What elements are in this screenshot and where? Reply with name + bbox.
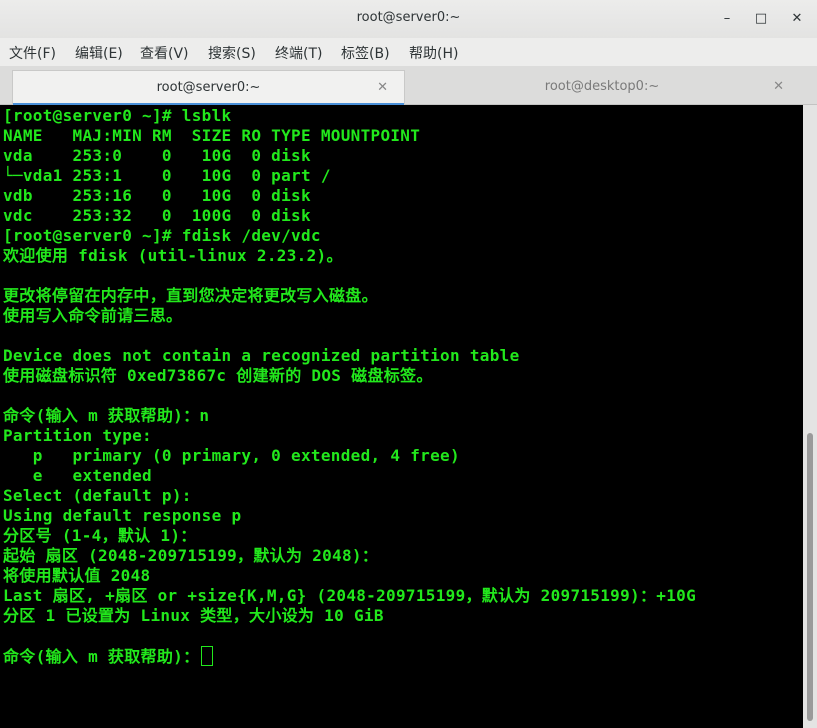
terminal-line: Using default response p — [3, 506, 242, 525]
menu-search[interactable]: 搜索(S) — [208, 43, 256, 63]
tab-label: root@desktop0:~ — [544, 79, 660, 94]
terminal-line: 命令(输入 m 获取帮助)：n — [3, 406, 210, 425]
terminal-line: 使用磁盘标识符 0xed73867c 创建新的 DOS 磁盘标签。 — [3, 366, 433, 385]
maximize-button[interactable]: □ — [751, 9, 771, 29]
terminal-line: 将使用默认值 2048 — [3, 566, 151, 585]
tab-bar: root@server0:~ ✕ root@desktop0:~ ✕ — [0, 66, 817, 106]
terminal-line: e extended — [3, 466, 152, 485]
terminal-line: Partition type: — [3, 426, 152, 445]
scrollbar-thumb[interactable] — [807, 433, 813, 721]
tab-desktop0[interactable]: root@desktop0:~ ✕ — [404, 70, 800, 104]
terminal-line: Select (default p): — [3, 486, 192, 505]
tab-label: root@server0:~ — [156, 80, 261, 95]
menu-file[interactable]: 文件(F) — [9, 43, 56, 63]
terminal-line: vdb 253:16 0 10G 0 disk — [3, 186, 311, 205]
menu-bar: 文件(F) 编辑(E) 查看(V) 搜索(S) 终端(T) 标签(B) 帮助(H… — [0, 38, 817, 66]
scrollbar[interactable] — [803, 105, 817, 728]
window-titlebar: root@server0:~ – □ ✕ — [0, 0, 817, 39]
terminal-line: Last 扇区, +扇区 or +size{K,M,G} (2048-20971… — [3, 586, 697, 605]
menu-terminal[interactable]: 终端(T) — [275, 43, 322, 63]
tab-server0[interactable]: root@server0:~ ✕ — [12, 70, 405, 106]
menu-edit[interactable]: 编辑(E) — [75, 43, 123, 63]
terminal-line: 更改将停留在内存中，直到您决定将更改写入磁盘。 — [3, 286, 378, 305]
terminal-line: 欢迎使用 fdisk (util-linux 2.23.2)。 — [3, 246, 343, 265]
terminal-cursor[interactable] — [201, 646, 214, 666]
terminal-line: [root@server0 ~]# lsblk — [3, 106, 232, 125]
window-title: root@server0:~ — [356, 10, 461, 25]
menu-help[interactable]: 帮助(H) — [409, 43, 458, 63]
terminal-line: 分区号 (1-4，默认 1)： — [3, 526, 197, 545]
close-button[interactable]: ✕ — [787, 9, 807, 29]
tab-close-icon[interactable]: ✕ — [377, 80, 388, 95]
menu-view[interactable]: 查看(V) — [140, 43, 189, 63]
terminal-line: └─vda1 253:1 0 10G 0 part / — [3, 166, 331, 185]
minimize-button[interactable]: – — [717, 9, 737, 29]
terminal-line: Device does not contain a recognized par… — [3, 346, 520, 365]
terminal-line: NAME MAJ:MIN RM SIZE RO TYPE MOUNTPOINT — [3, 126, 421, 145]
terminal-line: [root@server0 ~]# fdisk /dev/vdc — [3, 226, 321, 245]
tab-close-icon[interactable]: ✕ — [773, 79, 784, 94]
terminal-output[interactable]: [root@server0 ~]# lsblk NAME MAJ:MIN RM … — [0, 105, 803, 728]
terminal-line: 使用写入命令前请三思。 — [3, 306, 183, 325]
terminal-line: 分区 1 已设置为 Linux 类型，大小设为 10 GiB — [3, 606, 384, 625]
terminal-line: vdc 253:32 0 100G 0 disk — [3, 206, 311, 225]
terminal-line: p primary (0 primary, 0 extended, 4 free… — [3, 446, 460, 465]
terminal-prompt-line: 命令(输入 m 获取帮助)： — [3, 646, 214, 666]
menu-tabs[interactable]: 标签(B) — [341, 43, 390, 63]
terminal-line: vda 253:0 0 10G 0 disk — [3, 146, 311, 165]
terminal-prompt: 命令(输入 m 获取帮助)： — [3, 647, 200, 666]
terminal-line: 起始 扇区 (2048-209715199，默认为 2048)： — [3, 546, 379, 565]
